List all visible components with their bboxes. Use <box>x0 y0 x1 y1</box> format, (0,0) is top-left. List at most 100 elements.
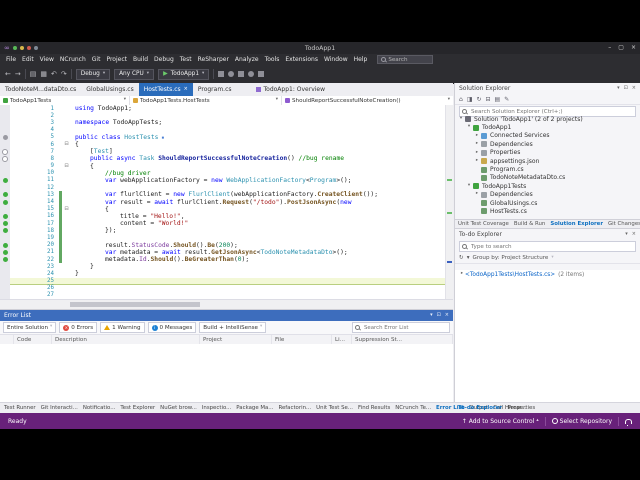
configuration-dropdown[interactable]: Debug ▾ <box>75 68 111 80</box>
collapse-icon[interactable]: ▾ <box>466 125 472 130</box>
chevron-down-icon[interactable]: ▾ <box>430 313 433 318</box>
tree-item-todoapp1[interactable]: ▾ TodoApp1 <box>455 123 640 131</box>
properties-icon[interactable]: ▤ <box>495 96 501 103</box>
panel-tab-git-changes[interactable]: Git Changes <box>608 221 640 227</box>
bottom-tab-properties[interactable]: Properties <box>508 405 535 411</box>
code-line[interactable]: 18}); <box>0 227 453 235</box>
code-line[interactable]: 5 public class HostTests ▪ <box>0 133 453 141</box>
redo-icon[interactable]: ↷ <box>61 70 67 78</box>
toolbar-icon[interactable] <box>248 71 255 77</box>
code-line[interactable]: 26 <box>0 284 453 292</box>
type-dropdown[interactable]: TodoApp1Tests.HostTests ▾ <box>130 96 282 105</box>
edit-icon[interactable]: ✎ <box>504 96 509 103</box>
add-to-source-control-button[interactable]: ↑ Add to Source Control ▴ <box>462 418 539 425</box>
bottom-tab-refactorin[interactable]: Refactorin... <box>278 405 311 411</box>
tab-globalusings-cs[interactable]: GlobalUsings.cs <box>81 83 138 96</box>
menu-debug[interactable]: Debug <box>151 56 177 63</box>
repository-selector[interactable]: Select Repository <box>551 418 612 425</box>
menu-view[interactable]: View <box>37 56 57 63</box>
toolbar-icon[interactable] <box>218 71 225 77</box>
bottom-tab-notificatio[interactable]: Notificatio... <box>83 405 116 411</box>
errors-filter-button[interactable]: × 0 Errors <box>59 322 98 333</box>
filter-icon[interactable]: ▾ <box>467 255 470 261</box>
member-dropdown[interactable]: ShouldReportSuccessfulNoteCreation() ▾ <box>282 96 453 105</box>
close-button[interactable]: × <box>631 45 636 51</box>
menu-build[interactable]: Build <box>130 56 151 63</box>
panel-tab-build-run[interactable]: Build & Run <box>514 221 546 227</box>
pin-icon[interactable]: ⊡ <box>437 313 441 318</box>
collapse-icon[interactable]: ▾ <box>466 184 472 189</box>
pin-icon[interactable]: ⊡ <box>624 86 628 91</box>
bottom-tab-package-ma[interactable]: Package Ma... <box>236 405 273 411</box>
chevron-down-icon[interactable]: ▾ <box>617 86 620 91</box>
bottom-tab-find-results[interactable]: Find Results <box>358 405 390 411</box>
bottom-tab-inspectio[interactable]: Inspectio... <box>202 405 231 411</box>
tree-item-dependencies[interactable]: ▸ Dependencies <box>455 191 640 199</box>
search-control[interactable]: Search <box>377 55 434 64</box>
todo-explorer-header[interactable]: To-do Explorer ▾ × <box>455 229 640 240</box>
navigate-back-icon[interactable]: ← <box>5 70 11 78</box>
tree-item-todonotemetadatadto-cs[interactable]: TodoNoteMetadataDto.cs <box>455 174 640 182</box>
menu-file[interactable]: File <box>3 56 19 63</box>
switch-views-icon[interactable]: ◨ <box>467 96 473 103</box>
tab-todonotem-datadto-cs[interactable]: TodoNoteM...dataDto.cs <box>0 83 81 96</box>
code-line[interactable]: 25 <box>0 277 453 285</box>
vertical-scrollbar[interactable] <box>445 105 453 300</box>
expand-icon[interactable]: ▸ <box>474 142 480 147</box>
menu-ncrunch[interactable]: NCrunch <box>57 56 89 63</box>
bottom-tab-test-explorer[interactable]: Test Explorer <box>120 405 155 411</box>
expand-icon[interactable]: ▸ <box>474 150 480 156</box>
fold-collapse-icon[interactable]: ⊟ <box>62 206 71 212</box>
code-line[interactable]: 27 <box>0 291 453 300</box>
notification-bell-icon[interactable] <box>625 418 632 426</box>
code-line[interactable]: 22 metadata.Id.Should().BeGreaterThan(0); <box>0 255 453 264</box>
maximize-button[interactable]: ▢ <box>618 45 624 51</box>
platform-dropdown[interactable]: Any CPU ▾ <box>114 68 155 80</box>
code-line[interactable]: 16 title = "Hello!", <box>0 212 453 220</box>
solution-explorer-header[interactable]: Solution Explorer ▾ ⊡ × <box>455 83 640 94</box>
error-list-header[interactable]: Error List ▾ ⊡ × <box>0 310 453 321</box>
new-file-icon[interactable]: ▤ <box>30 70 37 78</box>
menu-analyze[interactable]: Analyze <box>232 56 262 63</box>
scrollbar-thumb[interactable] <box>70 302 200 307</box>
close-icon[interactable]: × <box>445 313 449 318</box>
code-line[interactable]: 10 //bug driver <box>0 169 453 177</box>
toolbar-icon[interactable] <box>228 71 235 77</box>
tree-item-todoapp1tests[interactable]: ▾ TodoApp1Tests <box>455 182 640 190</box>
warnings-filter-button[interactable]: 1 Warning <box>100 322 145 333</box>
fold-collapse-icon[interactable]: ⊟ <box>62 142 71 147</box>
tree-item-appsettings-json[interactable]: ▸ appsettings.json <box>455 157 640 165</box>
todo-search-input[interactable] <box>469 242 633 251</box>
bottom-tab-nuget-brow[interactable]: NuGet brow... <box>160 405 197 411</box>
messages-filter-button[interactable]: i 0 Messages <box>147 322 197 333</box>
home-icon[interactable]: ⌂ <box>459 96 463 103</box>
close-icon[interactable]: × <box>632 232 636 237</box>
code-line[interactable]: 23} <box>0 263 453 271</box>
project-dropdown[interactable]: TodoApp1Tests ▾ <box>0 96 130 105</box>
tree-item-dependencies[interactable]: ▸ Dependencies <box>455 140 640 148</box>
menu-resharper[interactable]: ReSharper <box>195 56 232 63</box>
code-line[interactable]: 20 result.StatusCode.Should().Be(200); <box>0 241 453 249</box>
expand-icon[interactable]: ▸ <box>474 192 480 197</box>
chevron-down-icon[interactable]: ▾ <box>625 232 628 237</box>
menu-help[interactable]: Help <box>351 56 371 63</box>
code-line[interactable]: 21 var metadata = await result.GetJsonAsy… <box>0 248 453 256</box>
menu-project[interactable]: Project <box>103 56 130 63</box>
navigate-forward-icon[interactable]: → <box>15 70 21 78</box>
code-line[interactable]: 8 public async Task ShouldReportSuccessfu… <box>0 155 453 163</box>
menu-test[interactable]: Test <box>177 56 195 63</box>
panel-tab-unit-test-coverage[interactable]: Unit Test Coverage <box>458 221 509 227</box>
toolbar-icon[interactable] <box>258 71 265 77</box>
code-line[interactable]: 1 using TodoApp1; <box>0 105 453 113</box>
fold-collapse-icon[interactable]: ⊟ <box>62 163 71 169</box>
error-list-search-box[interactable] <box>352 322 450 333</box>
tab-program-cs[interactable]: Program.cs <box>193 83 237 96</box>
tab-hosttests-cs[interactable]: HostTests.cs × <box>138 83 193 96</box>
refresh-icon[interactable]: ↻ <box>459 255 464 261</box>
code-line[interactable]: 9 ⊟ { <box>0 162 453 170</box>
error-list-search-input[interactable] <box>362 323 447 332</box>
collapse-all-icon[interactable]: ⊟ <box>486 96 491 103</box>
scope-dropdown[interactable]: Entire Solution ▾ <box>3 322 57 333</box>
bottom-tab-ncrunch-te[interactable]: NCrunch Te... <box>395 405 431 411</box>
menu-window[interactable]: Window <box>321 56 351 63</box>
